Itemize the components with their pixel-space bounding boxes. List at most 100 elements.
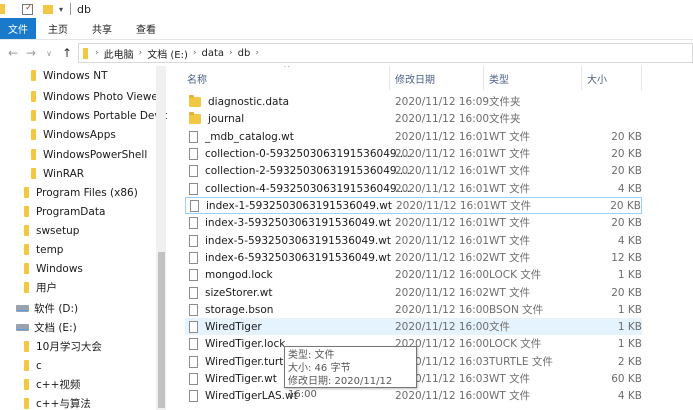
recent-locations-icon[interactable]: ∨ [40, 49, 58, 58]
window-title: db [77, 2, 91, 16]
folder-icon [24, 379, 29, 390]
column-divider[interactable] [483, 66, 484, 90]
tab-file[interactable]: 文件 [0, 18, 36, 39]
customize-dropdown-icon[interactable]: ▾ [59, 5, 63, 14]
file-row-hovered[interactable]: WiredTiger 2020/11/12 16:00 文件 1 KB [185, 318, 642, 335]
file-icon [189, 234, 198, 247]
file-icon [189, 164, 198, 177]
tree-item[interactable]: Windows NT [31, 66, 107, 85]
back-arrow-icon[interactable]: ← [4, 46, 22, 60]
tree-item[interactable]: 10月学习大会 [24, 337, 102, 356]
folder-icon [24, 360, 29, 371]
tree-item[interactable]: Program Files (x86) [24, 183, 138, 202]
tree-item[interactable]: swsetup [24, 221, 79, 240]
file-info-tooltip: 类型: 文件 大小: 46 字节 修改日期: 2020/11/12 16:00 [284, 346, 417, 400]
chevron-right-icon[interactable]: › [255, 48, 259, 58]
tree-item[interactable]: 用户 [24, 278, 57, 297]
file-icon [189, 355, 198, 368]
tab-view[interactable]: 查看 [124, 18, 168, 39]
properties-checkbox-icon[interactable]: ✓ [22, 3, 33, 15]
file-icon [189, 303, 198, 316]
folder-icon [24, 206, 29, 217]
chevron-right-icon[interactable]: › [139, 48, 143, 58]
title-bar: ✓ ▾ db [0, 0, 693, 18]
tab-home[interactable]: 主页 [36, 18, 80, 39]
file-row[interactable]: index-6-5932503063191536049.wt 2020/11/12… [185, 249, 642, 266]
file-row[interactable]: index-5-5932503063191536049.wt 2020/11/12… [185, 232, 642, 249]
column-header-date[interactable]: 修改日期 [395, 66, 435, 90]
folder-icon [31, 149, 36, 160]
file-row[interactable]: sizeStorer.wt 2020/11/12 16:02 WT 文件 20 KB [185, 284, 642, 301]
breadcrumb-this-pc[interactable]: 此电脑 [104, 46, 134, 61]
tree-item-drive-e[interactable]: 文档 (E:) [16, 318, 77, 337]
drive-icon [16, 324, 29, 331]
tree-item[interactable]: WinRAR [31, 164, 84, 183]
scrollbar-thumb[interactable] [158, 252, 165, 408]
file-row[interactable]: collection-4-5932503063191536049.... 2020… [185, 180, 642, 197]
column-divider[interactable] [581, 66, 582, 90]
file-icon [189, 268, 198, 281]
file-row[interactable]: collection-2-5932503063191536049.... 2020… [185, 162, 642, 179]
file-row[interactable]: _mdb_catalog.wt 2020/11/12 16:01 WT 文件 20 K… [185, 128, 642, 145]
folder-icon [24, 341, 29, 352]
tree-item[interactable]: Windows Photo Viewer [31, 87, 162, 106]
tree-item[interactable]: WindowsPowerShell [31, 145, 147, 164]
tree-item[interactable]: c++与算法 [24, 394, 91, 410]
chevron-right-icon[interactable]: › [95, 48, 99, 58]
tree-item[interactable]: ProgramData [24, 202, 105, 221]
column-header-size[interactable]: 大小 [587, 66, 607, 90]
address-bar[interactable]: › 此电脑 › 文档 (E:) › data › db › [78, 43, 693, 63]
folder-icon [24, 398, 29, 409]
new-folder-icon[interactable] [43, 4, 53, 14]
address-folder-icon [83, 47, 88, 59]
folder-icon [24, 225, 29, 236]
file-row[interactable]: WiredTigerLAS.wt 2020/11/12 16:00 WT 文件 4 K… [185, 387, 642, 404]
file-icon [189, 147, 198, 160]
chevron-right-icon[interactable]: › [193, 48, 197, 58]
file-list: ^ 名称 修改日期 类型 大小 diagnostic.data 2020/11/1… [171, 66, 693, 410]
file-row[interactable]: journal 2020/11/12 16:00 文件夹 [185, 110, 642, 127]
breadcrumb-drive-e[interactable]: 文档 (E:) [147, 46, 188, 61]
column-divider[interactable] [641, 66, 642, 90]
tab-share[interactable]: 共享 [80, 18, 124, 39]
folder-icon [31, 110, 36, 121]
folder-icon [0, 4, 5, 14]
tree-item[interactable]: WindowsApps [31, 125, 116, 144]
forward-arrow-icon[interactable]: → [22, 46, 40, 60]
tooltip-size: 大小: 46 字节 [288, 363, 351, 374]
column-header-type[interactable]: 类型 [489, 66, 509, 90]
folder-icon [24, 187, 29, 198]
file-row[interactable]: mongod.lock 2020/11/12 16:00 LOCK 文件 1 KB [185, 266, 642, 283]
tree-item-drive-d[interactable]: 软件 (D:) [16, 299, 78, 318]
file-icon [189, 286, 198, 299]
tree-item[interactable]: temp [24, 240, 63, 259]
column-divider[interactable] [389, 66, 390, 90]
file-row[interactable]: index-3-5932503063191536049.wt 2020/11/12… [185, 214, 642, 231]
navigation-pane: Windows NT Windows Photo Viewer Windows … [0, 66, 167, 410]
tree-item[interactable]: c [24, 356, 42, 375]
drive-icon [16, 305, 29, 312]
breadcrumb-data[interactable]: data [202, 48, 225, 59]
folder-icon [31, 70, 36, 81]
breadcrumb-db[interactable]: db [238, 48, 251, 59]
navigation-bar: ← → ∨ ↑ › 此电脑 › 文档 (E:) › data › db › [0, 40, 693, 66]
file-row[interactable]: storage.bson 2020/11/12 16:00 BSON 文件 1 KB [185, 301, 642, 318]
file-icon [189, 182, 198, 195]
tree-item[interactable]: Windows Portable Devic [31, 106, 167, 125]
file-icon [189, 251, 198, 264]
up-arrow-icon[interactable]: ↑ [58, 46, 76, 60]
tree-item[interactable]: Windows [24, 259, 83, 278]
folder-icon [24, 282, 29, 293]
chevron-right-icon[interactable]: › [229, 48, 233, 58]
folder-icon [31, 168, 36, 179]
file-icon [189, 320, 198, 333]
file-row-selected[interactable]: index-1-5932503063191536049.wt 2020/11/12… [185, 197, 642, 214]
file-row[interactable]: diagnostic.data 2020/11/12 16:09 文件夹 [185, 93, 642, 110]
file-icon [189, 130, 198, 143]
column-header-name[interactable]: 名称 [187, 66, 207, 90]
folder-icon [31, 129, 36, 140]
sort-ascending-icon: ^ [283, 66, 291, 74]
tree-item[interactable]: c++视频 [24, 375, 80, 394]
file-icon [189, 389, 198, 402]
file-row[interactable]: collection-0-5932503063191536049.... 2020… [185, 145, 642, 162]
